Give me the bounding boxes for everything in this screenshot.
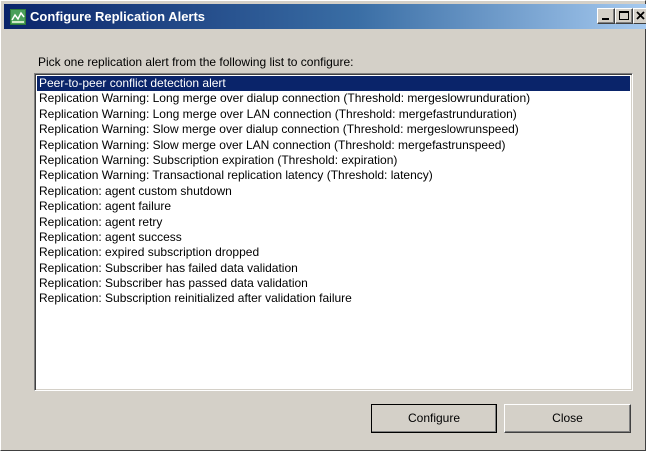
close-window-button[interactable] [633,8,646,24]
list-item[interactable]: Replication Warning: Slow merge over dia… [37,122,630,137]
list-item[interactable]: Replication: agent custom shutdown [37,184,630,199]
close-button[interactable]: Close [504,404,631,433]
configure-button[interactable]: Configure [371,404,497,433]
maximize-button[interactable] [615,8,633,24]
list-item[interactable]: Replication Warning: Slow merge over LAN… [37,138,630,153]
window-title: Configure Replication Alerts [30,9,206,24]
app-icon [10,9,26,25]
configure-replication-alerts-dialog: Configure Replication Alerts Pick one re… [0,0,646,451]
list-item[interactable]: Replication: agent success [37,230,630,245]
close-icon [636,11,645,20]
list-item[interactable]: Replication Warning: Long merge over dia… [37,91,630,106]
list-item[interactable]: Peer-to-peer conflict detection alert [37,76,630,92]
list-item[interactable]: Replication Warning: Subscription expira… [37,153,630,168]
list-item[interactable]: Replication: agent failure [37,199,630,214]
list-item[interactable]: Replication: Subscription reinitialized … [37,291,630,306]
list-item[interactable]: Replication: expired subscription droppe… [37,245,630,260]
list-item[interactable]: Replication Warning: Transactional repli… [37,168,630,183]
minimize-button[interactable] [597,8,615,24]
alert-list: Peer-to-peer conflict detection alert Rep… [37,76,630,307]
maximize-icon [619,11,629,20]
list-item[interactable]: Replication Warning: Long merge over LAN… [37,107,630,122]
title-bar[interactable]: Configure Replication Alerts [4,4,646,29]
alert-listbox[interactable]: Peer-to-peer conflict detection alert Rep… [34,73,633,391]
list-item[interactable]: Replication: Subscriber has failed data … [37,261,630,276]
minimize-icon [602,18,609,20]
list-item[interactable]: Replication: agent retry [37,215,630,230]
instruction-label: Pick one replication alert from the foll… [38,55,354,69]
list-item[interactable]: Replication: Subscriber has passed data … [37,276,630,291]
